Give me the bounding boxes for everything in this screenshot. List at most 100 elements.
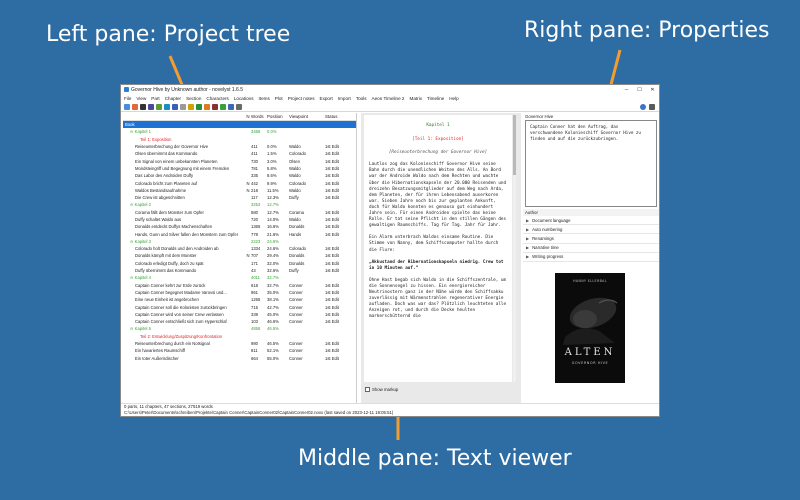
row-words: 781 <box>251 165 258 171</box>
section-renamings[interactable]: ▶ Renamings <box>523 234 659 244</box>
tree-row-book[interactable]: Book <box>123 121 356 129</box>
viewer-scroll-thumb[interactable] <box>513 115 516 175</box>
menu-item-project-notes[interactable]: Project notes <box>288 96 315 101</box>
tree-row-scene[interactable]: Hands, Gunn und Silver fallen den Monste… <box>123 230 356 237</box>
row-position: 12.7% <box>267 202 279 208</box>
col-position-header[interactable]: Position <box>267 114 289 119</box>
row-status: 1st Edit <box>325 165 339 171</box>
menu-item-matrix[interactable]: Matrix <box>410 96 423 101</box>
move-icon[interactable] <box>228 103 234 110</box>
tree-row-chapter[interactable]: ⊖ Kapitel 3 2223 24.6% <box>123 238 356 245</box>
tree-row-part[interactable]: Teil 1: Exposition <box>123 136 356 143</box>
tree-row-scene[interactable]: Colorado erledigt Duffy, doch zu spät 171… <box>123 260 356 267</box>
menu-item-locations[interactable]: Locations <box>234 96 254 101</box>
go-to-characters-icon[interactable] <box>132 103 138 110</box>
properties-title[interactable]: Governor Hive <box>523 113 659 120</box>
close-icon[interactable]: ✕ <box>646 87 659 93</box>
tree-row-scene[interactable]: Olsen übernimmt das Kommando 411 1.5% Color… <box>123 150 356 157</box>
section-writing-progress[interactable]: ▶ Writing progress <box>523 253 659 262</box>
row-title: Hands, Gunn und Silver fallen den Monste… <box>135 231 239 237</box>
tree-row-scene[interactable]: Colorado bricht zum Planeten auf N 442 9.9%… <box>123 179 356 186</box>
menu-item-items[interactable]: Items <box>259 96 270 101</box>
tree-row-scene[interactable]: Eine neue Einheit ist angebrochen 1265 38.… <box>123 296 356 303</box>
tree-row-scene[interactable]: Reiseunterbrechung durch ein Notsignal 98… <box>123 340 356 347</box>
properties-toggle-icon[interactable] <box>640 103 646 110</box>
maximize-icon[interactable]: ☐ <box>633 87 646 93</box>
tree-row-scene[interactable]: Donalds kämpft mit dem Monster N 707 29.4% D… <box>123 252 356 259</box>
viewer-toggle-icon[interactable] <box>649 103 655 110</box>
tree-row-scene[interactable]: Colorado holt Donalds und den Androiden … <box>123 245 356 252</box>
tree-row-scene[interactable]: Captain Conner soll die Kolonisten zurüc… <box>123 303 356 310</box>
delete-icon[interactable] <box>236 103 242 110</box>
row-position: 24.6% <box>267 238 279 244</box>
tree-row-chapter[interactable]: ⊖ Kapitel 4 4011 32.7% <box>123 274 356 281</box>
row-status: 1st Edit <box>325 209 339 215</box>
undo-icon[interactable] <box>212 103 218 110</box>
menu-item-section[interactable]: Section <box>186 96 201 101</box>
tree-row-scene[interactable]: Ein havariertes Raumschiff 811 52.1% Conner… <box>123 347 356 354</box>
minimize-icon[interactable]: ─ <box>620 87 633 93</box>
row-title: Duffy schaltet Waldo aus <box>135 217 182 222</box>
menu-item-help[interactable]: Help <box>449 96 458 101</box>
go-to-notes-icon[interactable] <box>164 103 170 110</box>
menu-bar: File View Part Chapter Section Characters Loca… <box>121 94 659 102</box>
row-title: ⊖ Kapitel 3 <box>130 238 151 244</box>
col-status-header[interactable]: Status <box>325 114 355 119</box>
expand-icon[interactable] <box>180 103 186 110</box>
tree-row-scene[interactable]: Captain Conner kehrt zur Erde zurück 618 3… <box>123 282 356 289</box>
synopsis-textbox[interactable]: Captain Conner hat den Auftrag, das vers… <box>525 120 657 207</box>
tree-row-scene[interactable]: Das Labor des Androiden Duffy 335 8.6% Wald… <box>123 172 356 179</box>
tree-row-scene[interactable]: Mondsteingriff und Begegnung mit einem F… <box>123 165 356 172</box>
menu-item-import[interactable]: Import <box>338 96 351 101</box>
tree-row-chapter[interactable]: ⊖ Kapitel 5 4858 46.5% <box>123 325 356 332</box>
viewer-section-synopsis: [Reiseunterbrechung der Governor Hive] <box>388 150 488 156</box>
show-markup-toggle[interactable]: Show markup <box>365 387 398 392</box>
menu-item-tools[interactable]: Tools <box>356 96 367 101</box>
tree-row-part[interactable]: Teil 2: Entwicklung/Zuspitzung/Konfronta… <box>123 333 356 340</box>
menu-item-part[interactable]: Part <box>151 96 159 101</box>
menu-item-file[interactable]: File <box>124 96 131 101</box>
tree-row-chapter[interactable]: ⊖ Kapitel 2 3253 12.7% <box>123 201 356 208</box>
tree-row-scene[interactable]: Captain Conner entschließt sich zum Hype… <box>123 318 356 325</box>
tree-row-scene[interactable]: Donalds entdeckt Duffys Machenschaften 13… <box>123 223 356 230</box>
tree-row-scene[interactable]: Duffy übernimmt das Kommando 43 32.6% Duffy… <box>123 267 356 274</box>
row-status: 1st Edit <box>325 217 339 222</box>
add-element-icon[interactable] <box>196 103 202 110</box>
tree-row-scene[interactable]: Waldos Bestandsaufnahme N 218 11.5% Waldo 1st… <box>123 187 356 194</box>
menu-item-aeon-timeline-2[interactable]: Aeon Timeline 2 <box>372 96 405 101</box>
tree-row-scene[interactable]: Captain Conner wird von seiner Crew verl… <box>123 311 356 318</box>
row-title: Mondsteingriff und Begegnung mit einem F… <box>135 165 230 171</box>
tree-row-scene[interactable]: Die Crew ist abgeschnitten 117 12.3% Duffy 1… <box>123 194 356 201</box>
tree-row-chapter[interactable]: ⊖ Kapitel 1 3468 0.0% <box>123 128 356 135</box>
section-narrative-time[interactable]: ▶ Narrative time <box>523 244 659 253</box>
go-to-items-icon[interactable] <box>148 103 154 110</box>
tree-row-scene[interactable]: Captain Conner begegnet Madame Varovsi u… <box>123 289 356 296</box>
tree-row-scene[interactable]: Duffy schaltet Waldo aus 720 14.0% Waldo 1st… <box>123 216 356 223</box>
add-child-icon[interactable] <box>204 103 210 110</box>
go-to-book-icon[interactable] <box>124 103 130 110</box>
viewer-scrollbar[interactable] <box>513 115 516 382</box>
menu-item-plot[interactable]: Plot <box>275 96 283 101</box>
tree-row-scene[interactable]: Reiseunterbrechung der Governor Hive 411 0… <box>123 143 356 150</box>
tree-row-scene[interactable]: Ein Signal von einem unbekannten Planete… <box>123 157 356 164</box>
menu-item-export[interactable]: Export <box>320 96 333 101</box>
col-words-header[interactable]: Words <box>251 114 267 119</box>
show-markup-checkbox[interactable] <box>365 387 370 392</box>
tree-row-scene[interactable]: Ein toter Außerirdischer 664 55.0% Conner 1s… <box>123 355 356 362</box>
go-to-locations-icon[interactable] <box>140 103 146 110</box>
row-position: 42.7% <box>267 304 279 310</box>
section-document-language[interactable]: ▶ Document language <box>523 216 659 226</box>
tree-row-scene[interactable]: Corama fällt dem Monster zum Opfer 580 12.… <box>123 209 356 216</box>
section-auto-numbering[interactable]: ▶ Auto numbering <box>523 225 659 235</box>
menu-item-characters[interactable]: Characters <box>206 96 228 101</box>
go-to-plot-icon[interactable] <box>156 103 162 110</box>
view-toggle-icon[interactable] <box>172 103 178 110</box>
menu-item-timeline[interactable]: Timeline <box>427 96 444 101</box>
redo-icon[interactable] <box>220 103 226 110</box>
menu-item-view[interactable]: View <box>136 96 146 101</box>
col-viewpoint-header[interactable]: Viewpoint <box>289 114 325 119</box>
row-title: Captain Conner entschließt sich zum Hype… <box>135 319 227 325</box>
viewer-paragraph: Ohne Hast begab sich Waldo in die Schiff… <box>369 277 507 320</box>
menu-item-chapter[interactable]: Chapter <box>165 96 181 101</box>
collapse-icon[interactable] <box>188 103 194 110</box>
